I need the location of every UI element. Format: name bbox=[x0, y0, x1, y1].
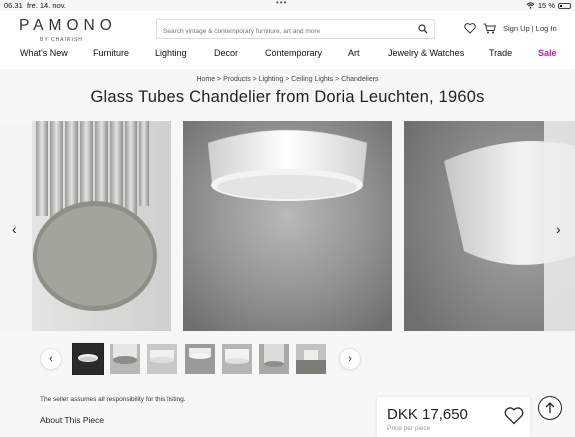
image-gallery: ‹ › bbox=[0, 121, 575, 331]
site-header: PAMONO BY CHAIRISH Sign Up | Log In What… bbox=[0, 11, 575, 69]
cart-icon[interactable] bbox=[483, 23, 496, 34]
about-heading[interactable]: About This Piece bbox=[40, 415, 104, 425]
thumbs-prev-button[interactable]: ‹ bbox=[40, 348, 62, 370]
nav-item-sale[interactable]: Sale bbox=[538, 48, 557, 58]
breadcrumb[interactable]: Home > Products > Lighting > Ceiling Lig… bbox=[0, 76, 575, 83]
search-input[interactable] bbox=[157, 22, 407, 41]
battery-percent: 15 % bbox=[537, 1, 555, 10]
main-nav: What's New Furniture Lighting Decor Cont… bbox=[0, 48, 575, 64]
chevron-right-icon: › bbox=[348, 353, 352, 365]
chevron-left-icon: ‹ bbox=[49, 353, 53, 365]
gallery-image-prev[interactable] bbox=[0, 121, 171, 331]
search-icon[interactable] bbox=[418, 24, 428, 34]
status-time: 06.31 fre. 14. nov. bbox=[4, 1, 67, 10]
gallery-next-arrow[interactable]: › bbox=[556, 221, 561, 237]
thumbnail-7[interactable] bbox=[296, 344, 326, 374]
account-links[interactable]: Sign Up | Log In bbox=[503, 24, 557, 33]
gallery-image-next[interactable] bbox=[404, 121, 575, 331]
arrow-up-icon bbox=[545, 402, 555, 413]
nav-item-lighting[interactable]: Lighting bbox=[155, 48, 187, 58]
thumbnail-1[interactable] bbox=[72, 343, 104, 375]
thumbnail-2[interactable] bbox=[110, 344, 140, 374]
logo-subtitle: BY CHAIRISH bbox=[40, 37, 83, 43]
thumbnail-4[interactable] bbox=[185, 344, 215, 374]
scroll-to-top-button[interactable] bbox=[538, 396, 562, 420]
thumbnail-6[interactable] bbox=[259, 344, 289, 374]
battery-icon bbox=[558, 2, 571, 9]
search-bar[interactable] bbox=[156, 19, 435, 41]
gallery-image-main[interactable] bbox=[183, 121, 392, 331]
nav-item-art[interactable]: Art bbox=[348, 48, 360, 58]
price-box: DKK 17,650 Price per piece bbox=[377, 397, 530, 437]
nav-item-jewelry[interactable]: Jewelry & Watches bbox=[388, 48, 464, 58]
nav-item-decor[interactable]: Decor bbox=[214, 48, 238, 58]
nav-item-whats-new[interactable]: What's New bbox=[20, 48, 68, 58]
thumbnail-strip: ‹ › bbox=[0, 343, 575, 375]
nav-item-furniture[interactable]: Furniture bbox=[93, 48, 129, 58]
wifi-icon bbox=[526, 2, 535, 9]
thumbnail-5[interactable] bbox=[222, 344, 252, 374]
favorite-heart-icon[interactable] bbox=[504, 407, 524, 425]
nav-item-trade[interactable]: Trade bbox=[489, 48, 512, 58]
gallery-prev-arrow[interactable]: ‹ bbox=[12, 221, 17, 237]
page-title: Glass Tubes Chandelier from Doria Leucht… bbox=[90, 88, 485, 106]
thumbs-next-button[interactable]: › bbox=[339, 348, 361, 370]
multitask-dots[interactable]: ••• bbox=[276, 0, 287, 7]
nav-item-contemporary[interactable]: Contemporary bbox=[265, 48, 322, 58]
status-bar: 06.31 fre. 14. nov. ••• 15 % bbox=[0, 0, 575, 11]
seller-note: The seller assumes all responsibility fo… bbox=[40, 396, 186, 403]
price: DKK 17,650 bbox=[387, 406, 468, 423]
logo[interactable]: PAMONO bbox=[19, 17, 117, 35]
thumbnail-3[interactable] bbox=[147, 344, 177, 374]
favorites-heart-icon[interactable] bbox=[464, 23, 476, 34]
status-indicators: 15 % bbox=[526, 1, 571, 10]
